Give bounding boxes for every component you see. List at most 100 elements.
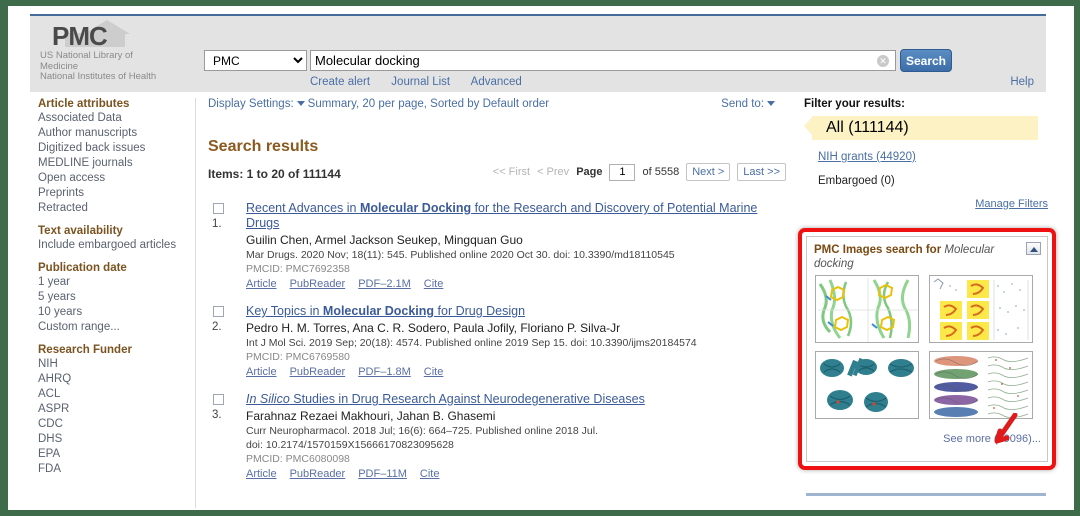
create-alert-link[interactable]: Create alert bbox=[310, 76, 370, 88]
facet-item-fda[interactable]: FDA bbox=[38, 462, 195, 477]
facet-item-cdc[interactable]: CDC bbox=[38, 417, 195, 432]
chevron-down-icon[interactable] bbox=[296, 101, 305, 107]
page-label: Page bbox=[576, 166, 603, 178]
result-index: 1. bbox=[212, 218, 222, 230]
result-checkbox[interactable] bbox=[213, 203, 224, 214]
items-row: Items: 1 to 20 of 111144 << First < Prev… bbox=[208, 163, 786, 187]
filter-option-nih-grants[interactable]: NIH grants (44920) bbox=[818, 151, 916, 163]
facet-item-custom-range[interactable]: Custom range... bbox=[38, 320, 195, 335]
facet-item-epa[interactable]: EPA bbox=[38, 447, 195, 462]
database-select[interactable]: PMC bbox=[204, 50, 307, 71]
facet-item-medline-journals[interactable]: MEDLINE journals bbox=[38, 156, 195, 171]
thumbnail-protein-ribbon-green[interactable] bbox=[815, 275, 919, 343]
facet-heading: Text availability bbox=[38, 225, 123, 237]
search-input-wrapper: ✕ bbox=[310, 50, 896, 71]
result-checkbox[interactable] bbox=[213, 394, 224, 405]
facet-group-publication-date: Publication date 1 year 5 years 10 years… bbox=[38, 262, 195, 335]
see-more-link[interactable]: See more (19096)... bbox=[943, 433, 1041, 445]
pubreader-link[interactable]: PubReader bbox=[290, 278, 346, 290]
manage-filters-row: Manage Filters bbox=[804, 198, 1048, 210]
pdf-link[interactable]: PDF–2.1M bbox=[358, 278, 411, 290]
title-part-italic: In Silico bbox=[246, 392, 290, 406]
filters-sidebar: Article attributes Associated Data Autho… bbox=[38, 98, 196, 508]
logo-subtitle: US National Library of Medicine National I… bbox=[40, 50, 157, 82]
article-link[interactable]: Article bbox=[246, 366, 277, 378]
result-pmcid: PMCID: PMC6080098 bbox=[246, 453, 350, 465]
items-count: Items: 1 to 20 of 111144 bbox=[208, 167, 341, 181]
pmc-logo[interactable]: PMC US National Library of Medicine Nation… bbox=[40, 19, 190, 83]
result-checkbox[interactable] bbox=[213, 306, 224, 317]
manage-filters-link[interactable]: Manage Filters bbox=[975, 198, 1048, 210]
article-link[interactable]: Article bbox=[246, 468, 277, 480]
title-part: Studies in Drug Research Against Neurode… bbox=[289, 392, 645, 406]
facet-item-dhs[interactable]: DHS bbox=[38, 432, 195, 447]
page-title: Search results bbox=[208, 138, 319, 155]
result-citation: Int J Mol Sci. 2019 Sep; 20(18): 4574. P… bbox=[246, 337, 697, 349]
last-page-button[interactable]: Last >> bbox=[737, 163, 786, 181]
facet-item-author-manuscripts[interactable]: Author manuscripts bbox=[38, 126, 195, 141]
journal-list-link[interactable]: Journal List bbox=[391, 76, 450, 88]
filter-option-embargoed[interactable]: Embargoed (0) bbox=[804, 174, 1048, 188]
thumbnail-multicolor-spectra[interactable] bbox=[929, 351, 1033, 419]
result-title-link[interactable]: Recent Advances in Molecular Docking for… bbox=[246, 201, 786, 231]
facet-item-acl[interactable]: ACL bbox=[38, 387, 195, 402]
facet-item-digitized-back-issues[interactable]: Digitized back issues bbox=[38, 141, 195, 156]
section-divider bbox=[806, 493, 1046, 496]
pmc-images-panel: PMC Images search for Molecular docking bbox=[806, 236, 1048, 462]
search-button[interactable]: Search bbox=[900, 49, 952, 72]
facet-item-retracted[interactable]: Retracted bbox=[38, 201, 195, 216]
result-item: 3. In Silico Studies in Drug Research Ag… bbox=[208, 392, 786, 480]
page-frame: PMC US National Library of Medicine Nation… bbox=[8, 6, 1074, 510]
thumbnail-teal-protein-surface[interactable] bbox=[815, 351, 919, 419]
chevron-down-icon[interactable] bbox=[767, 101, 775, 107]
result-index: 2. bbox=[212, 321, 222, 333]
facet-group-research-funder: Research Funder NIH AHRQ ACL ASPR CDC DH… bbox=[38, 344, 195, 477]
result-title-link[interactable]: In Silico Studies in Drug Research Again… bbox=[246, 392, 786, 407]
facet-item-open-access[interactable]: Open access bbox=[38, 171, 195, 186]
images-panel-title-prefix: PMC Images search for bbox=[814, 244, 945, 256]
cite-link[interactable]: Cite bbox=[420, 468, 440, 480]
facet-item-preprints[interactable]: Preprints bbox=[38, 186, 195, 201]
facet-item-nih[interactable]: NIH bbox=[38, 357, 195, 372]
facet-item-1-year[interactable]: 1 year bbox=[38, 275, 195, 290]
collapse-triangle-icon[interactable] bbox=[1026, 242, 1041, 255]
facet-item-aspr[interactable]: ASPR bbox=[38, 402, 195, 417]
facet-item-5-years[interactable]: 5 years bbox=[38, 290, 195, 305]
pdf-link[interactable]: PDF–11M bbox=[358, 468, 407, 480]
filter-option-all[interactable]: All (111144) bbox=[804, 116, 1038, 140]
result-links: Article PubReader PDF–11M Cite bbox=[246, 468, 786, 480]
display-settings-button[interactable]: Display Settings: bbox=[208, 98, 294, 110]
next-page-button[interactable]: Next > bbox=[686, 163, 731, 181]
facet-group-article-attributes: Article attributes Associated Data Autho… bbox=[38, 98, 195, 216]
title-part: Key Topics in bbox=[246, 304, 323, 318]
facet-group-text-availability: Text availability Include embargoed arti… bbox=[38, 225, 195, 253]
pmc-logo-mark: PMC bbox=[40, 19, 180, 51]
facet-item-10-years[interactable]: 10 years bbox=[38, 305, 195, 320]
page-number-input[interactable] bbox=[609, 163, 636, 181]
clear-circle-icon[interactable]: ✕ bbox=[877, 55, 889, 67]
pubreader-link[interactable]: PubReader bbox=[290, 468, 346, 480]
filter-results-heading: Filter your results: bbox=[804, 98, 905, 110]
cite-link[interactable]: Cite bbox=[424, 278, 444, 290]
result-title-link[interactable]: Key Topics in Molecular Docking for Drug… bbox=[246, 304, 786, 319]
advanced-link[interactable]: Advanced bbox=[471, 76, 522, 88]
result-pmcid: PMCID: PMC6769580 bbox=[246, 351, 350, 363]
title-part: for Drug Design bbox=[434, 304, 526, 318]
facet-item-include-embargoed[interactable]: Include embargoed articles bbox=[38, 238, 195, 253]
prev-page-button[interactable]: < Prev bbox=[537, 166, 569, 178]
pdf-link[interactable]: PDF–1.8M bbox=[358, 366, 411, 378]
article-link[interactable]: Article bbox=[246, 278, 277, 290]
thumbnail-yellow-panels-chart[interactable] bbox=[929, 275, 1033, 343]
result-index: 3. bbox=[212, 409, 222, 421]
send-to-button[interactable]: Send to: bbox=[721, 98, 764, 110]
cite-link[interactable]: Cite bbox=[424, 366, 444, 378]
facet-heading: Publication date bbox=[38, 262, 127, 274]
title-part: Recent Advances in bbox=[246, 201, 360, 215]
pubreader-link[interactable]: PubReader bbox=[290, 366, 346, 378]
title-part-bold: Molecular Docking bbox=[322, 304, 435, 318]
facet-item-ahrq[interactable]: AHRQ bbox=[38, 372, 195, 387]
first-page-button[interactable]: << First bbox=[493, 166, 530, 178]
facet-item-associated-data[interactable]: Associated Data bbox=[38, 111, 195, 126]
search-input[interactable] bbox=[311, 51, 867, 70]
help-link[interactable]: Help bbox=[1010, 76, 1034, 88]
